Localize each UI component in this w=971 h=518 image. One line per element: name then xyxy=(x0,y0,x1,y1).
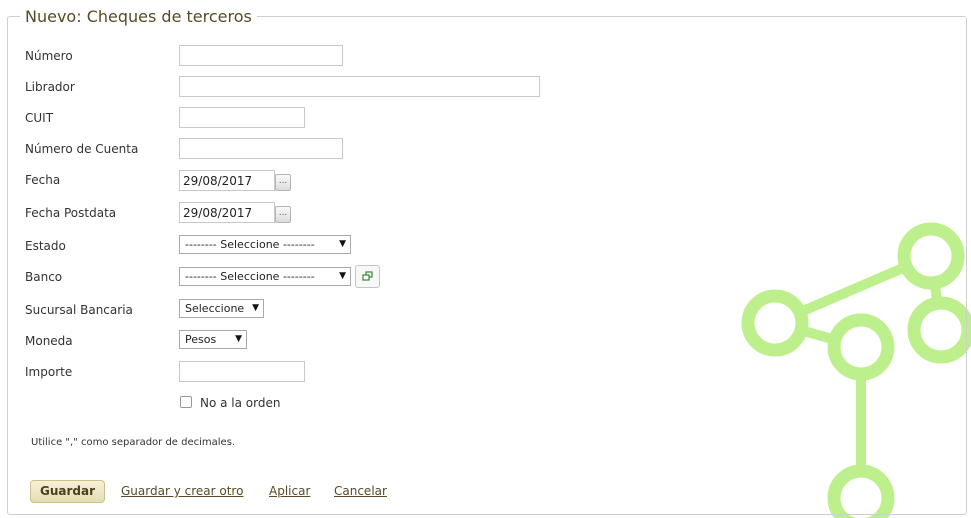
fecha-postdata-label: Fecha Postdata xyxy=(25,206,117,220)
moneda-select[interactable]: Pesos ▼ xyxy=(179,330,247,349)
cuit-label: CUIT xyxy=(25,111,54,125)
estado-selected-value: -------- Seleccione -------- xyxy=(185,238,315,251)
fecha-postdata-picker-button[interactable]: ... xyxy=(275,206,291,223)
fecha-label: Fecha xyxy=(25,173,61,187)
banco-selected-value: -------- Seleccione -------- xyxy=(185,270,315,283)
dropdown-arrow-icon: ▼ xyxy=(339,271,346,281)
open-window-icon xyxy=(362,271,373,281)
moneda-label: Moneda xyxy=(25,334,73,348)
banco-select[interactable]: -------- Seleccione -------- ▼ xyxy=(179,267,351,286)
numero-label: Número xyxy=(25,49,73,63)
sucursal-label: Sucursal Bancaria xyxy=(25,303,133,317)
dropdown-arrow-icon: ▼ xyxy=(252,303,259,313)
fecha-picker-button[interactable]: ... xyxy=(275,174,291,191)
cuit-input[interactable] xyxy=(179,107,305,128)
importe-label: Importe xyxy=(25,365,73,379)
banco-label: Banco xyxy=(25,270,63,284)
sucursal-selected-value: Seleccione xyxy=(185,302,245,315)
no-a-la-orden-label: No a la orden xyxy=(200,396,281,410)
librador-label: Librador xyxy=(25,80,75,94)
estado-label: Estado xyxy=(25,239,66,253)
importe-input[interactable] xyxy=(179,361,305,382)
dropdown-arrow-icon: ▼ xyxy=(235,334,242,344)
moneda-selected-value: Pesos xyxy=(185,333,217,346)
banco-open-button[interactable] xyxy=(355,265,380,288)
cancel-link[interactable]: Cancelar xyxy=(334,483,387,499)
fecha-postdata-input[interactable] xyxy=(179,202,275,223)
librador-input[interactable] xyxy=(179,76,540,97)
save-button[interactable]: Guardar xyxy=(30,480,105,503)
decimal-separator-hint: Utilice "," como separador de decimales. xyxy=(31,437,236,448)
fecha-input[interactable] xyxy=(179,170,275,191)
numero-cuenta-label: Número de Cuenta xyxy=(25,142,139,156)
sucursal-select[interactable]: Seleccione ▼ xyxy=(179,299,264,318)
no-a-la-orden-checkbox[interactable] xyxy=(180,396,192,408)
estado-select[interactable]: -------- Seleccione -------- ▼ xyxy=(179,235,351,254)
save-and-new-link[interactable]: Guardar y crear otro xyxy=(121,483,243,499)
numero-cuenta-input[interactable] xyxy=(179,138,343,159)
numero-input[interactable] xyxy=(179,45,343,66)
apply-link[interactable]: Aplicar xyxy=(269,483,310,499)
form-title: Nuevo: Cheques de terceros xyxy=(20,6,257,28)
dropdown-arrow-icon: ▼ xyxy=(339,239,346,249)
